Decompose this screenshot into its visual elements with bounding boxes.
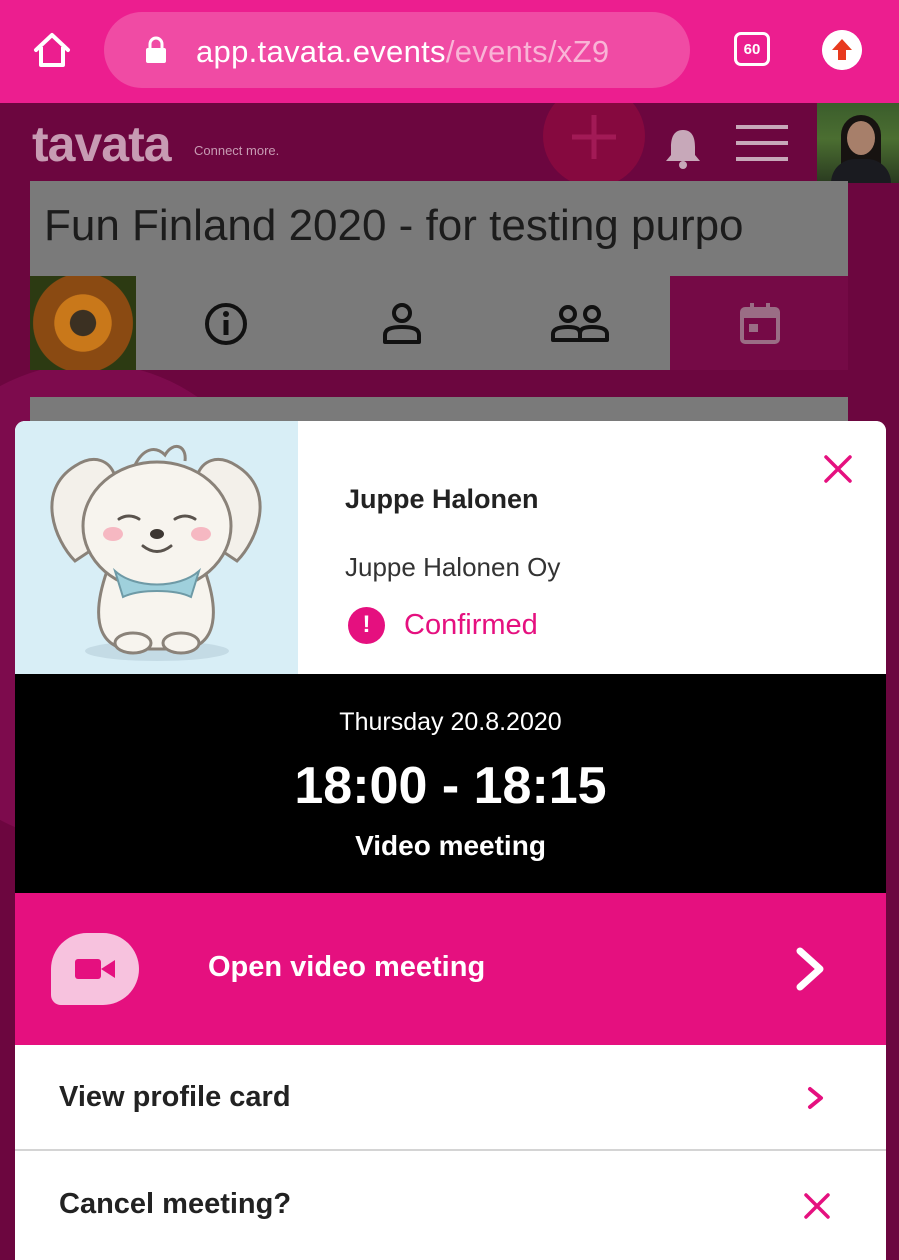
view-profile-card-button[interactable]: View profile card — [15, 1045, 886, 1151]
open-video-meeting-label: Open video meeting — [208, 951, 486, 983]
chevron-right-icon — [808, 1087, 823, 1109]
tab-count-button[interactable]: 60 — [734, 32, 770, 66]
bell-icon[interactable] — [660, 125, 706, 171]
close-icon[interactable] — [820, 451, 856, 487]
event-thumbnail — [30, 276, 136, 370]
video-camera-icon — [75, 959, 115, 979]
url-text: app.tavata.events/events/xZ9 — [196, 34, 610, 69]
add-button[interactable] — [543, 103, 645, 187]
address-bar[interactable]: app.tavata.events/events/xZ9 — [104, 12, 690, 88]
tavata-logo[interactable]: tavata — [32, 115, 172, 173]
home-icon[interactable] — [30, 28, 74, 72]
cancel-meeting-button[interactable]: Cancel meeting? — [15, 1152, 886, 1258]
event-tabs — [136, 276, 670, 370]
user-avatar[interactable] — [817, 103, 899, 183]
profile-section: Juppe Halonen Juppe Halonen Oy ! Confirm… — [15, 421, 886, 674]
status-badge: ! Confirmed — [348, 606, 538, 644]
status-text: Confirmed — [404, 608, 538, 641]
meeting-details-modal: Juppe Halonen Juppe Halonen Oy ! Confirm… — [15, 421, 886, 1260]
event-title-bar: Fun Finland 2020 - for testing purpo — [30, 181, 848, 276]
calendar-icon — [740, 303, 780, 344]
chevron-right-icon — [796, 947, 824, 991]
alert-icon: ! — [348, 606, 385, 644]
people-icon[interactable] — [550, 298, 610, 350]
person-name: Juppe Halonen — [345, 484, 539, 514]
menu-icon[interactable] — [736, 123, 788, 163]
open-video-meeting-button[interactable]: Open video meeting — [15, 893, 886, 1045]
logo-tagline: Connect more. — [194, 143, 280, 158]
video-icon-badge — [51, 933, 139, 1005]
meeting-type: Video meeting — [355, 830, 546, 861]
update-icon[interactable] — [822, 30, 862, 70]
close-icon — [804, 1193, 830, 1219]
person-icon[interactable] — [376, 298, 428, 350]
meeting-time-block: Thursday 20.8.2020 18:00 - 18:15 Video m… — [15, 674, 886, 893]
meeting-date: Thursday 20.8.2020 — [339, 708, 562, 736]
event-title: Fun Finland 2020 - for testing purpo — [44, 201, 744, 250]
view-profile-card-label: View profile card — [59, 1081, 291, 1113]
company-name: Juppe Halonen Oy — [345, 552, 561, 582]
meeting-time: 18:00 - 18:15 — [294, 757, 607, 815]
lock-icon — [146, 36, 166, 63]
profile-picture — [15, 421, 298, 674]
puppy-illustration — [50, 445, 262, 661]
browser-toolbar: app.tavata.events/events/xZ9 60 — [0, 0, 899, 103]
info-icon[interactable] — [200, 298, 252, 350]
tab-calendar[interactable] — [670, 276, 848, 370]
cancel-meeting-label: Cancel meeting? — [59, 1188, 292, 1220]
plus-icon — [572, 115, 616, 159]
